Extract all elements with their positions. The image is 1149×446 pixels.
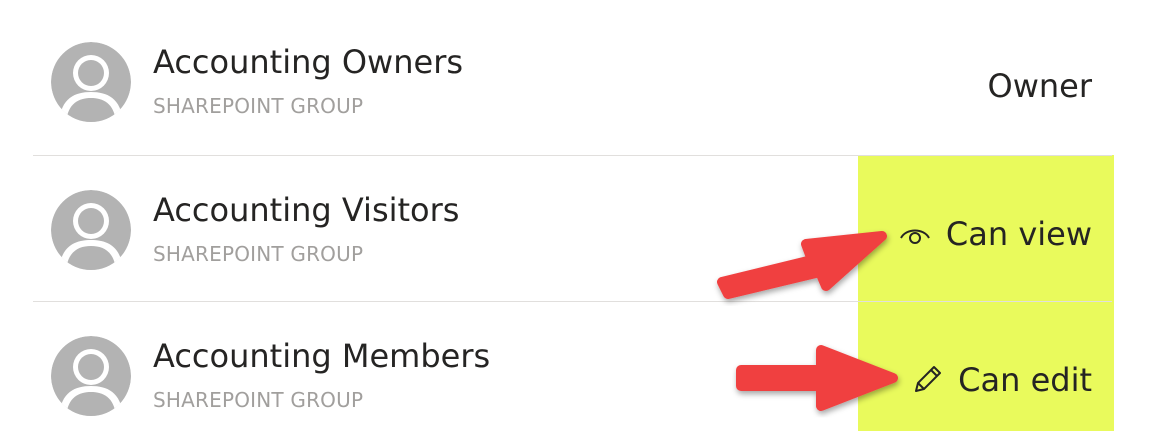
row-divider (33, 155, 1112, 156)
permission-row-owners: Accounting Owners SHAREPOINT GROUP Owner (0, 12, 1149, 152)
role-text: Can view (945, 215, 1092, 253)
role-label-owner: Owner (988, 64, 1092, 108)
group-avatar-icon (51, 42, 131, 122)
eye-icon (900, 229, 930, 244)
permission-row-visitors[interactable]: Accounting Visitors SHAREPOINT GROUP Can… (0, 160, 1149, 300)
role-text: Can edit (958, 361, 1092, 399)
group-type-label: SHAREPOINT GROUP (153, 242, 364, 266)
annotation-arrow-icon (736, 345, 898, 411)
group-type-label: SHAREPOINT GROUP (153, 94, 364, 118)
role-dropdown-can-view[interactable]: Can view (898, 212, 1092, 256)
group-avatar-icon (51, 190, 131, 270)
permission-row-members[interactable]: Accounting Members SHAREPOINT GROUP Can … (0, 306, 1149, 446)
group-name: Accounting Visitors (153, 191, 460, 229)
role-text: Owner (987, 67, 1092, 105)
pencil-icon (915, 366, 942, 392)
group-name: Accounting Owners (153, 43, 464, 81)
group-name: Accounting Members (153, 337, 491, 375)
annotation-arrow-icon (717, 231, 887, 299)
role-dropdown-can-edit[interactable]: Can edit (910, 358, 1092, 402)
row-divider (33, 301, 1112, 302)
group-type-label: SHAREPOINT GROUP (153, 388, 364, 412)
group-avatar-icon (51, 336, 131, 416)
